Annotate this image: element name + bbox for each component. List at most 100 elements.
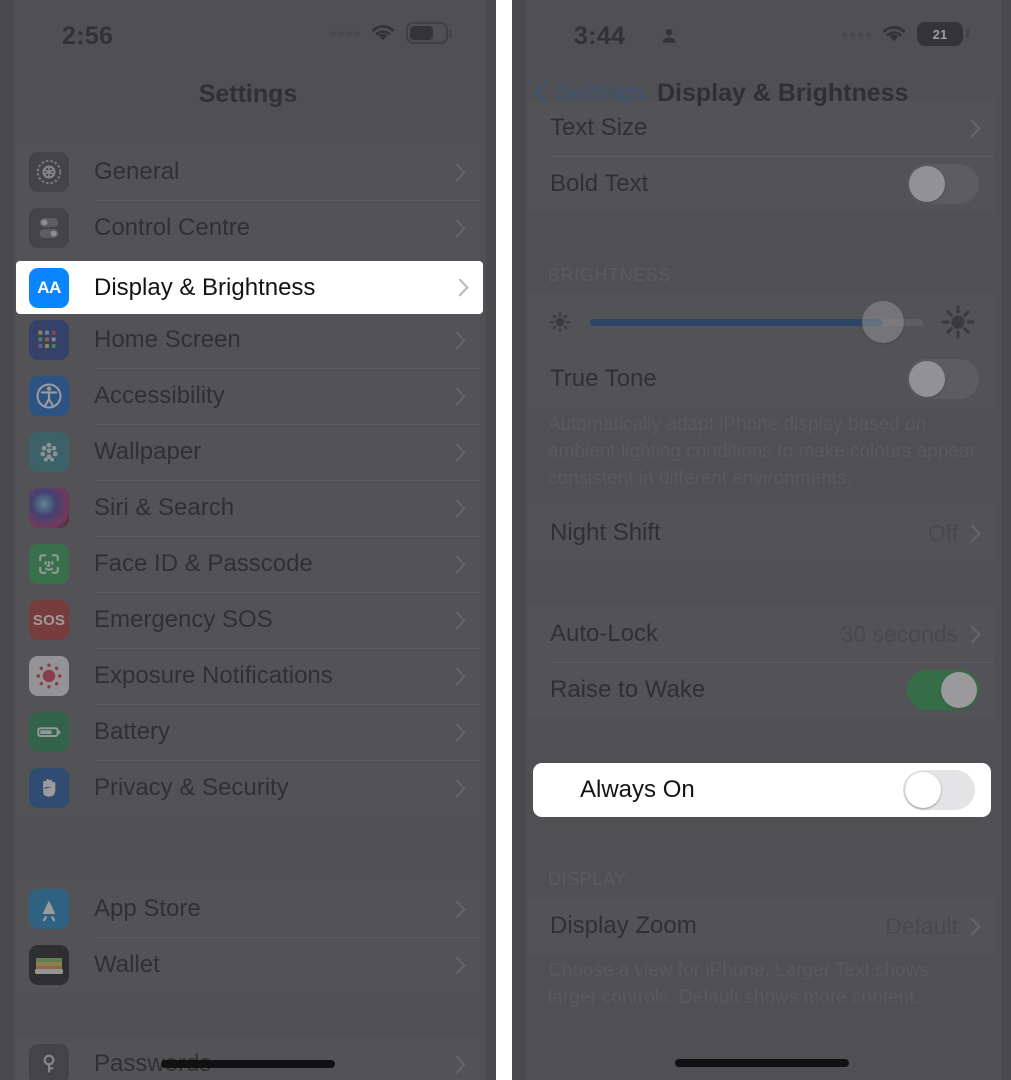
- sidebar-item-control-centre[interactable]: Control Centre: [16, 200, 480, 256]
- chevron-right-icon: [455, 610, 466, 630]
- sidebar-item-label: Control Centre: [94, 214, 251, 241]
- sidebar-item-siri-search[interactable]: Siri & Search: [16, 480, 480, 536]
- row-label: True Tone: [550, 365, 657, 392]
- sidebar-item-home-screen[interactable]: Home Screen: [16, 312, 480, 368]
- signal-dots-icon: [331, 30, 360, 36]
- row-raise-to-wake[interactable]: Raise to Wake: [528, 662, 995, 718]
- chevron-right-icon: [455, 218, 466, 238]
- chevron-right-icon: [455, 498, 466, 518]
- row-auto-lock[interactable]: Auto-Lock 30 seconds: [528, 606, 995, 662]
- sidebar-item-label: Privacy & Security: [94, 774, 289, 801]
- battery-icon: [406, 22, 452, 44]
- page-title: Display & Brightness: [657, 79, 909, 107]
- person-icon: [662, 28, 676, 43]
- right-phone-screenshot: 3:44 21 Settings Display & Brightness Te…: [512, 0, 1011, 1080]
- back-button-label: Settings: [555, 78, 646, 106]
- privacy-security-icon: [29, 768, 69, 808]
- panel-divider: [496, 0, 512, 1080]
- brightness-fill: [590, 318, 884, 326]
- raise-to-wake-toggle[interactable]: [907, 670, 979, 710]
- row-label: Bold Text: [550, 170, 649, 197]
- sidebar-item-passwords[interactable]: Passwords: [16, 1036, 480, 1080]
- section-label-display: DISPLAY: [548, 869, 627, 889]
- face-id-icon: [29, 544, 69, 584]
- row-label: Night Shift: [550, 519, 661, 546]
- sidebar-item-label: Emergency SOS: [94, 606, 273, 633]
- row-display-zoom[interactable]: Display Zoom Default: [528, 898, 995, 954]
- wallpaper-icon: [29, 432, 69, 472]
- brightness-knob: [862, 301, 905, 343]
- brightness-high-icon: [941, 305, 975, 339]
- chevron-right-icon: [970, 916, 981, 936]
- home-screen-icon: [29, 320, 69, 360]
- display-brightness-icon: AA: [29, 267, 69, 308]
- row-night-shift[interactable]: Night Shift Off: [528, 505, 995, 561]
- accessibility-icon: [29, 376, 69, 416]
- highlight-row-label: Always On: [580, 776, 695, 803]
- chevron-right-icon: [455, 330, 466, 350]
- true-tone-toggle[interactable]: [907, 359, 979, 399]
- home-indicator: [161, 1060, 335, 1068]
- highlight-always-on[interactable]: Always On: [533, 763, 991, 817]
- wallet-icon: [29, 945, 69, 985]
- chevron-right-icon: [455, 386, 466, 406]
- sidebar-item-wallet[interactable]: Wallet: [16, 937, 480, 993]
- emergency-sos-icon: SOS: [29, 600, 69, 640]
- bold-text-toggle[interactable]: [907, 164, 979, 204]
- sidebar-item-label: App Store: [94, 895, 201, 922]
- chevron-right-icon: [455, 162, 466, 182]
- status-time: 2:56: [62, 22, 114, 50]
- sidebar-item-accessibility[interactable]: Accessibility: [16, 368, 480, 424]
- back-button[interactable]: Settings: [534, 78, 645, 107]
- battery-settings-icon: [29, 712, 69, 752]
- signal-dots-icon: [842, 31, 871, 37]
- passwords-key-icon: [29, 1044, 69, 1080]
- row-value: Default: [885, 912, 958, 939]
- display-group: Display Zoom Default: [528, 898, 995, 954]
- sidebar-item-exposure-notifications[interactable]: Exposure Notifications: [16, 648, 480, 704]
- status-time: 3:44: [574, 22, 626, 50]
- wifi-icon: [372, 25, 394, 41]
- lock-group: Auto-Lock 30 seconds Raise to Wake: [528, 606, 995, 718]
- sidebar-item-app-store[interactable]: App Store: [16, 881, 480, 937]
- highlight-display-brightness[interactable]: AA Display & Brightness: [16, 261, 483, 314]
- navigation-bar: Settings Display & Brightness: [512, 78, 1011, 120]
- always-on-toggle[interactable]: [903, 770, 975, 810]
- chevron-right-icon: [455, 778, 466, 798]
- exposure-notifications-icon: [29, 656, 69, 696]
- row-value: 30 seconds: [840, 620, 958, 647]
- sidebar-item-label: Exposure Notifications: [94, 662, 333, 689]
- sidebar-item-privacy-security[interactable]: Privacy & Security: [16, 760, 480, 816]
- chevron-right-icon: [455, 955, 466, 975]
- section-label-brightness: BRIGHTNESS: [548, 265, 672, 285]
- sidebar-item-label: General: [94, 158, 180, 185]
- row-bold-text[interactable]: Bold Text: [528, 156, 995, 212]
- sidebar-item-general[interactable]: General: [16, 144, 480, 200]
- brightness-track[interactable]: [590, 301, 923, 343]
- app-store-icon: [29, 889, 69, 929]
- siri-icon: [29, 488, 69, 528]
- page-title: Settings: [198, 80, 298, 108]
- screenshot-canvas: 2:56 Settings General Control Centre Hom…: [0, 0, 1011, 1080]
- sidebar-item-face-id-passcode[interactable]: Face ID & Passcode: [16, 536, 480, 592]
- sidebar-item-emergency-sos[interactable]: SOS Emergency SOS: [16, 592, 480, 648]
- brightness-footer: Automatically adapt iPhone display based…: [548, 414, 976, 489]
- sidebar-item-label: Wallpaper: [94, 438, 202, 465]
- row-value: Off: [927, 519, 958, 546]
- display-footer: Choose a view for iPhone. Larger Text sh…: [548, 960, 929, 1008]
- chevron-right-icon: [970, 118, 981, 138]
- night-shift-group: Night Shift Off: [528, 505, 995, 561]
- left-phone-screenshot: 2:56 Settings General Control Centre Hom…: [0, 0, 496, 1080]
- wifi-icon: [883, 26, 905, 42]
- status-bar-left: 2:56: [0, 0, 496, 68]
- status-bar-right: 3:44 21: [512, 0, 1011, 68]
- row-label: Auto-Lock: [550, 620, 659, 647]
- row-true-tone[interactable]: True Tone: [528, 351, 995, 407]
- sidebar-item-wallpaper[interactable]: Wallpaper: [16, 424, 480, 480]
- sidebar-item-battery[interactable]: Battery: [16, 704, 480, 760]
- brightness-slider-row[interactable]: [528, 293, 995, 351]
- chevron-right-icon: [455, 442, 466, 462]
- battery-level-label: 21: [932, 26, 948, 42]
- gear-icon: [29, 152, 69, 192]
- chevron-right-icon: [455, 666, 466, 686]
